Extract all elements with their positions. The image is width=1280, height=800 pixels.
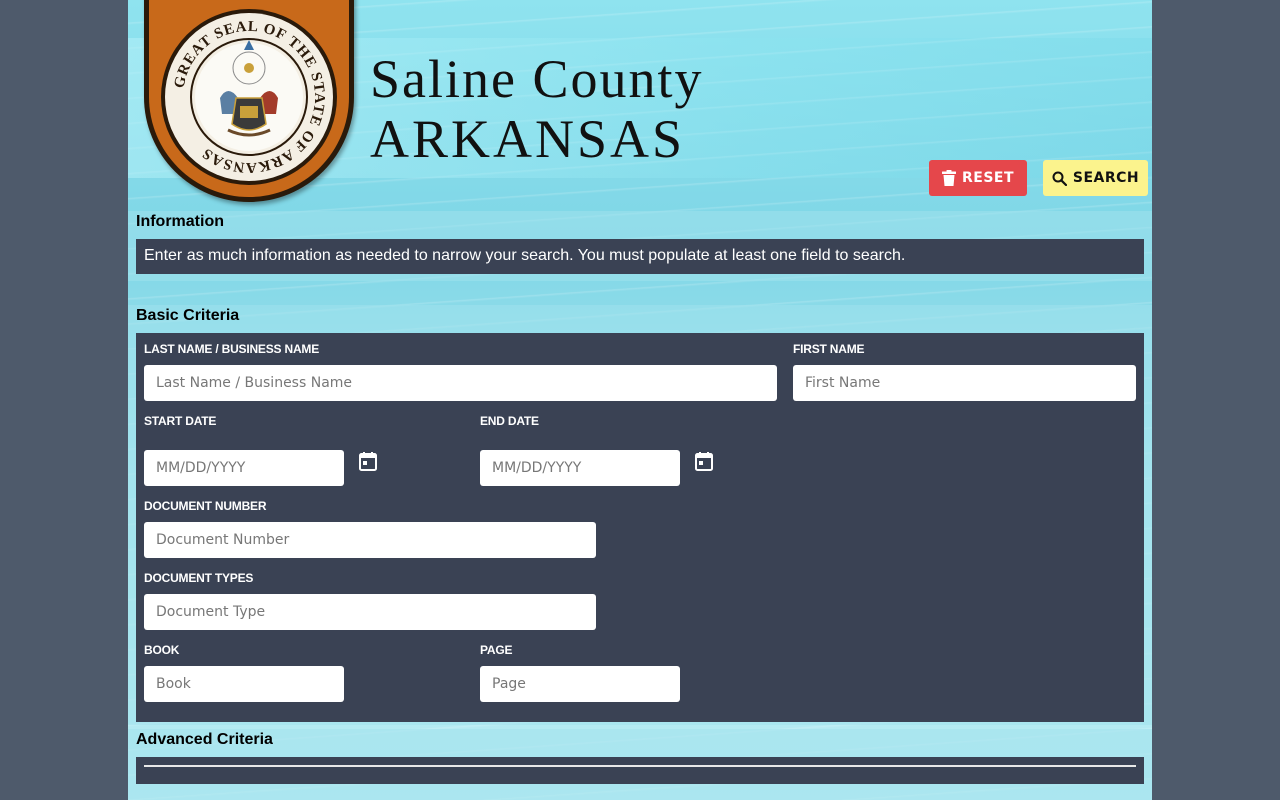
page-label: PAGE bbox=[480, 643, 513, 657]
last-name-label: LAST NAME / BUSINESS NAME bbox=[144, 342, 320, 356]
page-container: GREAT SEAL OF THE STATE OF ARKANSAS Sali… bbox=[128, 0, 1152, 800]
reset-button[interactable]: RESET bbox=[929, 160, 1027, 196]
end-date-label: END DATE bbox=[480, 414, 539, 428]
advanced-criteria-title: Advanced Criteria bbox=[136, 731, 273, 748]
document-types-input[interactable] bbox=[144, 594, 596, 630]
end-date-input[interactable] bbox=[480, 450, 680, 486]
state-name: ARKANSAS bbox=[370, 109, 686, 169]
reset-label: RESET bbox=[961, 170, 1015, 186]
document-number-label: DOCUMENT NUMBER bbox=[144, 499, 267, 513]
page-input[interactable] bbox=[480, 666, 680, 702]
first-name-label: FIRST NAME bbox=[793, 342, 865, 356]
county-name: Saline County bbox=[370, 49, 704, 109]
first-name-input[interactable] bbox=[793, 365, 1136, 401]
start-date-input[interactable] bbox=[144, 450, 344, 486]
basic-criteria-panel: LAST NAME / BUSINESS NAME FIRST NAME STA… bbox=[136, 333, 1144, 722]
calendar-icon[interactable] bbox=[694, 451, 714, 471]
header: GREAT SEAL OF THE STATE OF ARKANSAS Sali… bbox=[128, 0, 1152, 210]
information-title: Information bbox=[136, 213, 224, 230]
basic-criteria-title: Basic Criteria bbox=[136, 307, 240, 324]
advanced-criteria-panel bbox=[136, 757, 1144, 784]
divider bbox=[144, 765, 1136, 767]
document-number-input[interactable] bbox=[144, 522, 596, 558]
last-name-input[interactable] bbox=[144, 365, 777, 401]
start-date-label: START DATE bbox=[144, 414, 217, 428]
document-types-label: DOCUMENT TYPES bbox=[144, 571, 254, 585]
search-icon bbox=[1052, 171, 1067, 186]
information-text: Enter as much information as needed to n… bbox=[136, 239, 1144, 274]
search-button[interactable]: SEARCH bbox=[1043, 160, 1148, 196]
calendar-icon[interactable] bbox=[358, 451, 378, 471]
search-label: SEARCH bbox=[1072, 170, 1140, 186]
trash-icon bbox=[941, 170, 956, 186]
great-seal-icon: GREAT SEAL OF THE STATE OF ARKANSAS bbox=[161, 9, 337, 185]
book-label: BOOK bbox=[144, 643, 180, 657]
book-input[interactable] bbox=[144, 666, 344, 702]
